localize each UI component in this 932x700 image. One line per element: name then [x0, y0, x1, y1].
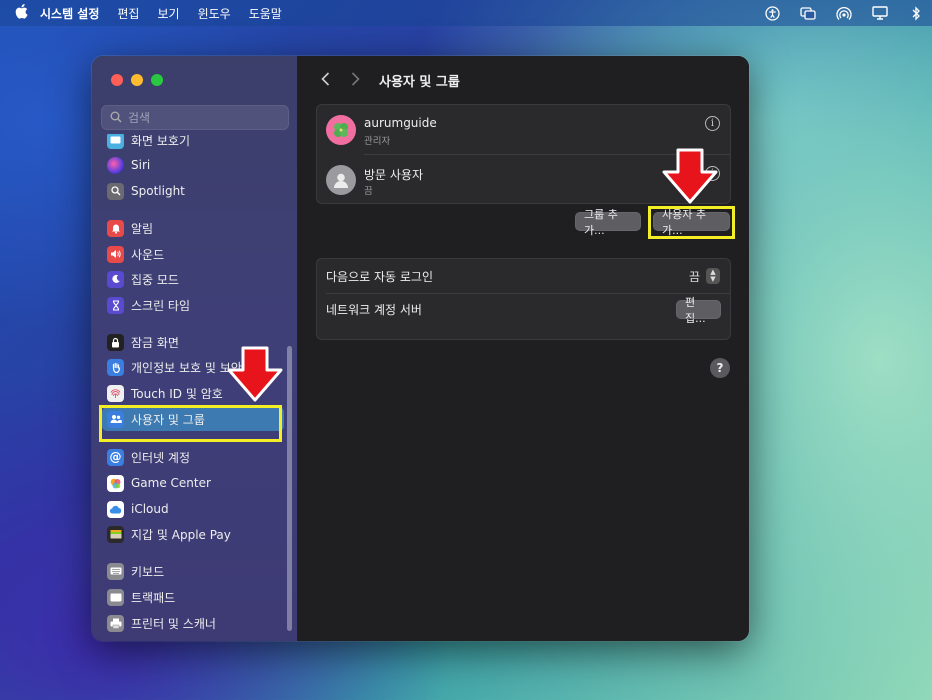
- menu-app-name[interactable]: 시스템 설정: [40, 5, 99, 22]
- sidebar-item-label: iCloud: [131, 502, 169, 516]
- page-title: 사용자 및 그룹: [379, 75, 460, 90]
- sidebar-item-trackpad[interactable]: 트랙패드: [102, 585, 284, 609]
- user-name: 방문 사용자: [364, 168, 424, 182]
- zoom-button[interactable]: [151, 74, 163, 86]
- sidebar-item-screen-time[interactable]: 스크린 타임: [102, 293, 284, 317]
- sidebar-item-label: 스크린 타임: [131, 298, 191, 313]
- arrow-users-groups-annotation: [227, 346, 283, 402]
- sidebar-item-printers[interactable]: 프린터 및 스캐너: [102, 611, 284, 635]
- game-center-icon: [107, 474, 124, 492]
- menu-view[interactable]: 보기: [157, 5, 179, 22]
- edit-button[interactable]: 편집...: [676, 296, 721, 325]
- arrow-add-user-annotation: [662, 148, 718, 204]
- siri-icon: [107, 156, 124, 174]
- user-role: 관리자: [364, 136, 391, 147]
- display-icon[interactable]: [872, 6, 888, 20]
- auto-login-label: 다음으로 자동 로그인: [326, 270, 433, 284]
- screen-mirroring-icon[interactable]: [800, 6, 816, 20]
- close-button[interactable]: [111, 74, 123, 86]
- menu-window[interactable]: 윈도우: [198, 5, 231, 22]
- sidebar-item-label: Siri: [131, 158, 151, 172]
- window-controls: [111, 74, 163, 86]
- forward-button[interactable]: [344, 68, 366, 90]
- user-role: 끔: [364, 186, 373, 197]
- sidebar-item-keyboard[interactable]: 키보드: [102, 559, 284, 583]
- keyboard-icon: [107, 562, 124, 580]
- sidebar-item-screensaver[interactable]: 화면 보호기: [102, 134, 284, 152]
- sidebar-item-label: 알림: [131, 221, 154, 236]
- sidebar-item-focus[interactable]: 집중 모드: [102, 267, 284, 291]
- bell-icon: [107, 219, 124, 237]
- back-button[interactable]: [314, 68, 336, 90]
- sidebar-item-siri[interactable]: Siri: [102, 153, 284, 177]
- search-input[interactable]: [128, 110, 278, 125]
- sidebar-item-label: Spotlight: [131, 184, 185, 198]
- sidebar-item-label: 화면 보호기: [131, 134, 191, 148]
- menu-help[interactable]: 도움말: [249, 5, 282, 22]
- sidebar-item-sound[interactable]: 사운드: [102, 242, 284, 266]
- sidebar-item-internet-accounts[interactable]: @ 인터넷 계정: [102, 445, 284, 469]
- moon-icon: [107, 270, 124, 288]
- wallet-icon: [107, 525, 124, 543]
- screensaver-icon: [107, 134, 124, 149]
- network-server-label: 네트워크 계정 서버: [326, 303, 422, 317]
- sidebar-item-label: 사운드: [131, 247, 165, 262]
- sidebar-item-icloud[interactable]: iCloud: [102, 497, 284, 521]
- info-icon[interactable]: i: [705, 116, 720, 131]
- highlight-box: [99, 405, 282, 442]
- minimize-button[interactable]: [131, 74, 143, 86]
- sidebar-scrollbar[interactable]: [287, 346, 292, 631]
- add-user-button[interactable]: 사용자 추가...: [653, 208, 730, 237]
- sidebar-item-label: 지갑 및 Apple Pay: [131, 527, 231, 542]
- sidebar-item-game-center[interactable]: Game Center: [102, 471, 284, 495]
- sidebar-item-label: 집중 모드: [131, 272, 179, 287]
- lock-icon: [107, 333, 124, 351]
- apple-menu-icon[interactable]: [6, 3, 36, 23]
- guest-avatar-icon: [326, 165, 356, 195]
- menu-bar: 시스템 설정 편집 보기 윈도우 도움말: [0, 0, 932, 26]
- at-icon: @: [107, 448, 124, 466]
- sidebar-item-spotlight[interactable]: Spotlight: [102, 179, 284, 203]
- user-name: aurumguide: [364, 116, 437, 130]
- spotlight-icon: [107, 182, 124, 200]
- user-avatar: [326, 115, 356, 145]
- sidebar-item-notifications[interactable]: 알림: [102, 216, 284, 240]
- sidebar-item-label: Game Center: [131, 476, 211, 490]
- trackpad-icon: [107, 588, 124, 606]
- auto-login-value[interactable]: 끔: [689, 268, 700, 285]
- sidebar-item-label: 프린터 및 스캐너: [131, 616, 216, 631]
- main-panel: 사용자 및 그룹 aurumguide 관리자 i 방문 사용자 끔 i: [298, 56, 749, 641]
- sidebar-item-label: 잠금 화면: [131, 335, 179, 350]
- login-settings-card: 다음으로 자동 로그인 끔 ▲ ▼ 네트워크 계정 서버 편집...: [316, 258, 731, 340]
- hand-icon: [107, 358, 124, 376]
- fingerprint-icon: [107, 384, 124, 402]
- sidebar-item-wallet[interactable]: 지갑 및 Apple Pay: [102, 522, 284, 546]
- sidebar-item-label: Touch ID 및 암호: [131, 386, 223, 401]
- airdrop-icon[interactable]: [836, 6, 852, 20]
- sidebar-item-label: 트랙패드: [131, 590, 176, 605]
- sidebar-item-label: 키보드: [131, 564, 165, 579]
- auto-login-row: 다음으로 자동 로그인 끔 ▲ ▼: [317, 259, 730, 293]
- hourglass-icon: [107, 296, 124, 314]
- help-button[interactable]: ?: [710, 358, 730, 378]
- cloud-icon: [107, 500, 124, 518]
- popup-chevron-icon[interactable]: ▲ ▼: [706, 268, 720, 284]
- printer-icon: [107, 614, 124, 632]
- search-icon: [110, 108, 122, 127]
- add-group-button[interactable]: 그룹 추가...: [575, 208, 641, 237]
- network-server-row: 네트워크 계정 서버 편집...: [317, 294, 730, 328]
- sidebar-item-label: 인터넷 계정: [131, 450, 191, 465]
- system-settings-window: 화면 보호기 Siri Spotlight 알림: [92, 56, 749, 641]
- menu-edit[interactable]: 편집: [117, 5, 139, 22]
- speaker-icon: [107, 245, 124, 263]
- accessibility-icon[interactable]: [764, 5, 780, 21]
- search-field[interactable]: [101, 105, 289, 130]
- bluetooth-icon[interactable]: [908, 5, 924, 21]
